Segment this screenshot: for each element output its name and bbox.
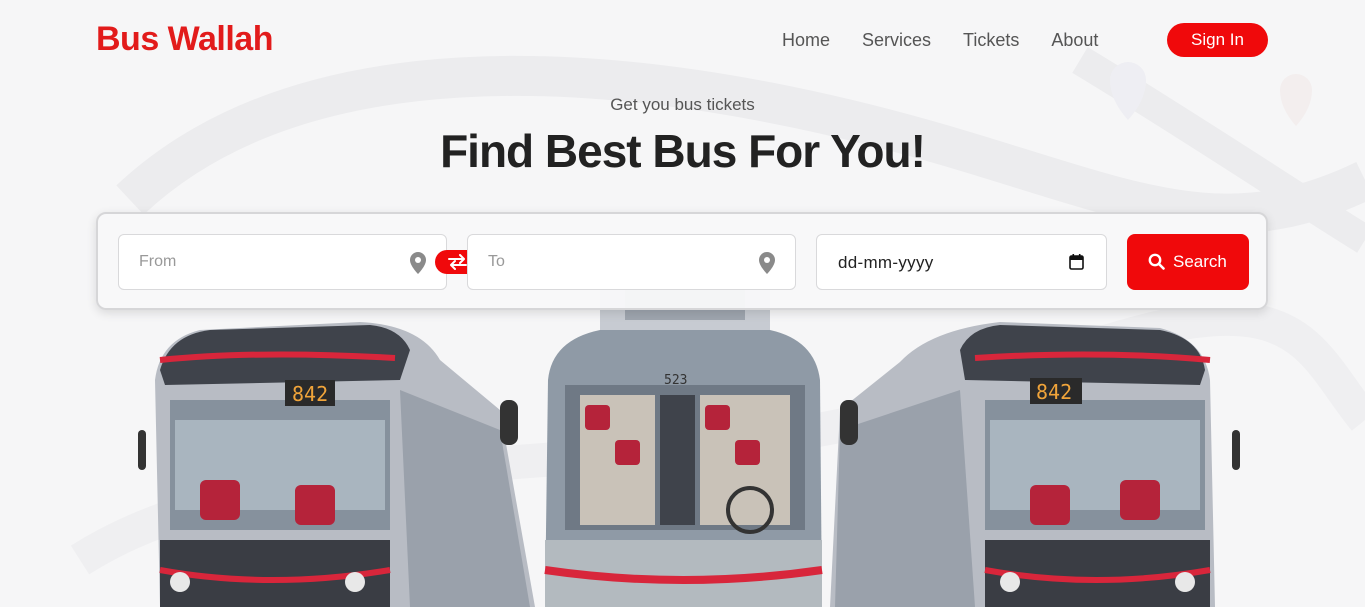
site-header: Bus Wallah Home Services Tickets About S… xyxy=(0,0,1365,80)
nav-link-services[interactable]: Services xyxy=(862,30,931,51)
map-pin-icon xyxy=(759,252,775,274)
to-field xyxy=(467,234,796,290)
date-input[interactable]: dd-mm-yyyy xyxy=(838,253,934,273)
center-bus: 523 xyxy=(500,280,858,607)
nav-link-tickets[interactable]: Tickets xyxy=(963,30,1019,51)
left-bus-route: 842 xyxy=(292,382,328,406)
right-bus: 842 xyxy=(830,322,1240,607)
search-button-label: Search xyxy=(1173,252,1227,271)
swap-arrows-icon xyxy=(448,254,467,270)
from-field xyxy=(118,234,447,290)
search-card: dd-mm-yyyy Search xyxy=(96,212,1268,310)
hero-title: Find Best Bus For You! xyxy=(440,125,926,177)
main-nav: Home Services Tickets About xyxy=(782,30,1130,51)
nav-link-about[interactable]: About xyxy=(1051,30,1098,51)
to-input[interactable] xyxy=(468,235,795,289)
from-input[interactable] xyxy=(119,235,446,289)
right-bus-route: 842 xyxy=(1036,380,1072,404)
buses-illustration: 842 842 523 xyxy=(138,280,1240,607)
nav-link-home[interactable]: Home xyxy=(782,30,830,51)
map-pin-icon xyxy=(410,252,426,274)
sign-in-button[interactable]: Sign In xyxy=(1167,23,1268,57)
calendar-icon[interactable] xyxy=(1069,254,1084,270)
magnifier-icon xyxy=(1148,253,1165,270)
brand-logo[interactable]: Bus Wallah xyxy=(96,20,274,59)
left-bus: 842 xyxy=(138,322,535,607)
date-field[interactable]: dd-mm-yyyy xyxy=(816,234,1107,290)
center-bus-route: 523 xyxy=(664,373,687,388)
hero-subtitle: Get you bus tickets xyxy=(610,95,755,114)
page: Bus Wallah Home Services Tickets About S… xyxy=(0,0,1365,607)
search-button[interactable]: Search xyxy=(1127,234,1249,290)
